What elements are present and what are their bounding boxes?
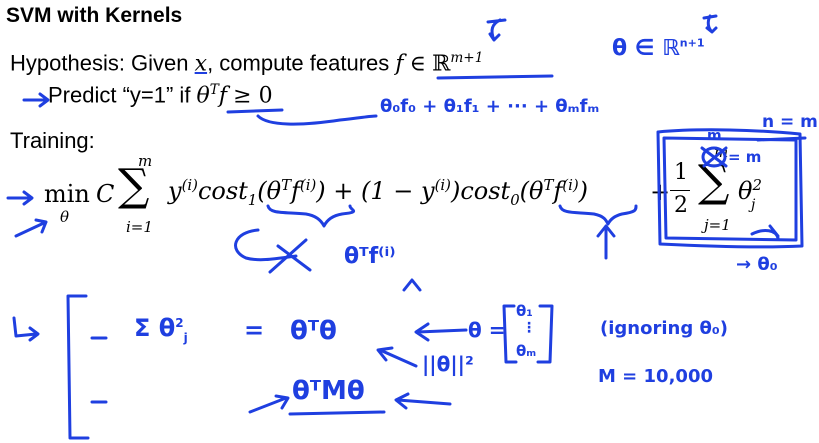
arrow-to-theta-t-theta (414, 322, 468, 342)
theta-equals: θ = (468, 318, 506, 342)
cross-lines (700, 146, 728, 168)
crossed-theta-x (268, 238, 312, 274)
vector-top: θ₁ (516, 302, 533, 320)
theta-in-r-superscript: n+1 (679, 36, 705, 50)
arrow-from-right (394, 392, 452, 410)
theta-t-theta: θᵀθ (290, 316, 337, 346)
sum-theta-label: Σ θ (134, 314, 176, 342)
vector-bracket-left (502, 304, 518, 364)
training-arrow (6, 190, 34, 206)
theta-in-r-text: θ ∈ ℝ (612, 36, 680, 61)
swoosh-to-expansion (256, 114, 378, 126)
vector-bottom: θₘ (516, 342, 537, 360)
theta-t-f-i: θᵀf⁽ⁱ⁾ (344, 244, 396, 269)
arrow-from-norm (376, 346, 418, 368)
predict-arrow (22, 92, 50, 108)
equals-sign: = (244, 316, 265, 344)
underline-theta-f (226, 108, 284, 114)
theta-zero-arrow: → θ₀ (736, 254, 778, 275)
arrow-to-theta-m-theta (248, 394, 290, 414)
hook-arrow (12, 316, 40, 342)
left-bracket (66, 294, 90, 440)
box-m-label: m (707, 128, 722, 144)
under-min-arrow (14, 218, 48, 238)
sum-theta-sub: j (183, 330, 188, 345)
up-arrow (596, 224, 616, 260)
vector-bracket-right (536, 304, 554, 364)
theta-in-r: θ ∈ ℝn+1 (612, 36, 705, 61)
box-equals-m: = m (728, 148, 762, 166)
sum-theta-j: Σ θ2j (134, 314, 188, 345)
m-equals-ten-thousand: M = 10,000 (598, 366, 713, 387)
small-arrow-up (402, 278, 422, 292)
down-arrow-1 (486, 18, 507, 42)
n-equals-m: n = m (762, 112, 818, 132)
box-arrow (750, 224, 780, 240)
underbrace-1 (266, 204, 355, 228)
sum-theta-sup: 2 (175, 316, 184, 330)
ignoring-theta-zero: (ignoring θ₀) (600, 318, 728, 339)
underline-features (436, 74, 554, 80)
down-arrow-2 (702, 14, 718, 34)
theta-norm-squared: ||θ||² (422, 352, 474, 376)
underline-theta-m-theta (288, 410, 386, 416)
expansion-sum: θ₀f₀ + θ₁f₁ + ··· + θₘfₘ (380, 96, 600, 117)
vector-dots: ⋮ (522, 320, 536, 336)
underbrace-2 (558, 204, 638, 226)
theta-t-m-theta: θᵀMθ (292, 376, 365, 406)
